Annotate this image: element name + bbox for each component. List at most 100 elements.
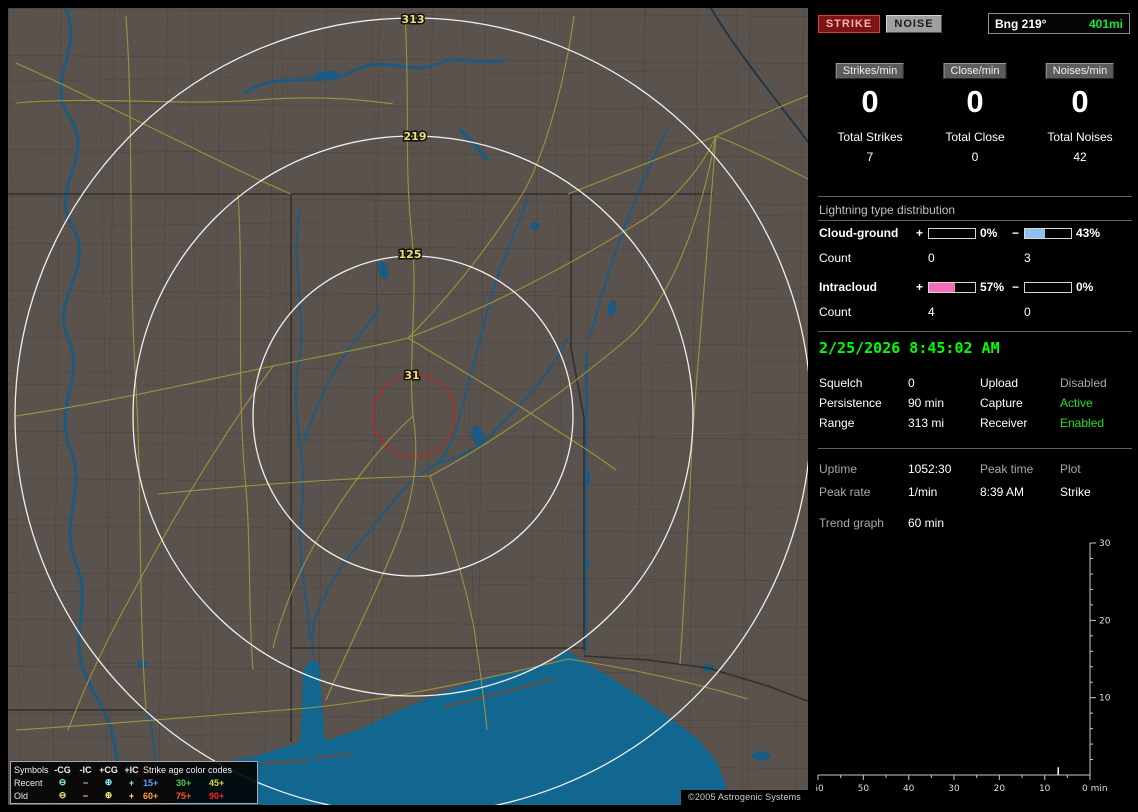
svg-text:30: 30 [948,784,960,794]
receiver-value: Enabled [1060,416,1105,430]
ic-plus-bar [928,282,976,293]
recent-pos-ic-icon: + [128,777,135,788]
uptime-value: 1052:30 [908,462,952,476]
total-noises-value: 42 [1073,150,1087,164]
noises-column: Noises/min 0 Total Noises 42 [1028,62,1132,172]
strikes-per-min-button[interactable]: Strikes/min [835,63,905,79]
ic-plus-bar-fill [929,283,956,292]
peak-time-value: 8:39 AM [980,485,1025,499]
legend-recent-row: Recent ⊖ − ⊕ + 15+ 30+ 45+ [14,776,254,789]
recent-pos-cg-icon: ⊕ [104,777,113,787]
stats-row-2: Peak rate 1/min 8:39 AM Strike [816,485,1138,505]
strike-indicator[interactable]: STRIKE [818,15,880,33]
ring-label-125: 125 [399,248,422,261]
legend-recent-label: Recent [14,777,43,788]
recent-neg-ic-icon: − [82,777,89,788]
divider [818,220,1132,221]
legend-age-title: Strike age color codes [143,764,233,775]
ic-minus-count: 0 [1024,305,1031,319]
minus-sign: − [1012,280,1020,294]
capture-label: Capture [980,396,1023,410]
legend-col-pcg: +CG [99,764,118,775]
range-label: Range [819,416,855,430]
total-strikes-label: Total Strikes [837,130,903,144]
cg-plus-bar [928,228,976,239]
svg-text:10: 10 [1099,694,1111,704]
old-neg-cg-icon: ⊖ [58,790,67,800]
capture-value: Active [1060,396,1093,410]
old-pos-ic-icon: + [128,790,135,801]
close-per-min-button[interactable]: Close/min [943,63,1007,79]
distribution-title: Lightning type distribution [819,203,956,217]
age-60: 60+ [143,790,159,801]
ring-label-219: 219 [404,130,427,143]
total-noises-label: Total Noises [1047,130,1113,144]
close-column: Close/min 0 Total Close 0 [923,62,1027,172]
trend-dynamic-content: 30 20 10 0 min 10 20 30 40 50 60 [816,539,1111,794]
legend-old-label: Old [14,790,29,801]
svg-text:50: 50 [858,784,870,794]
distance-value: 401mi [1088,16,1123,31]
strikes-column: Strikes/min 0 Total Strikes 7 [818,62,922,172]
svg-text:40: 40 [903,784,915,794]
upload-label: Upload [980,376,1019,390]
map-svg[interactable]: 313 219 125 31 [8,8,808,805]
minus-sign: − [1012,226,1020,240]
peak-rate-label: Peak rate [819,485,871,499]
divider [818,448,1132,449]
settings-row-3: Range 313 mi Receiver Enabled [816,416,1138,436]
old-neg-ic-icon: − [82,790,89,801]
stats-row-1: Uptime 1052:30 Peak time Plot [816,462,1138,482]
rate-counters: Strikes/min 0 Total Strikes 7 Close/min … [818,62,1134,172]
svg-text:20: 20 [1099,616,1111,626]
age-45: 45+ [209,777,225,788]
intracloud-count-row: Count 4 0 [816,306,1138,320]
svg-text:60: 60 [816,784,824,794]
map-view[interactable]: 313 219 125 31 Symbols -CG -IC +CG +IC S… [8,8,808,805]
svg-text:30: 30 [1099,539,1111,549]
map-legend: Symbols -CG -IC +CG +IC Strike age color… [10,761,258,804]
plus-sign: + [916,226,924,240]
legend-old-row: Old ⊖ − ⊕ + 60+ 75+ 90+ [14,789,254,802]
plot-label: Plot [1060,462,1081,476]
svg-text:10: 10 [1039,784,1051,794]
trend-window-value: 60 min [908,516,945,530]
persistence-label: Persistence [819,396,882,410]
age-90: 90+ [209,790,225,801]
age-15: 15+ [143,777,159,788]
trend-axes [818,543,1091,776]
count-label: Count [819,251,852,265]
cloud-ground-row: Cloud-ground + 0% − 43% [816,227,1138,241]
divider [818,196,1132,197]
age-75: 75+ [176,790,192,801]
status-panel: STRIKE NOISE Bng 219° 401mi Strikes/min … [816,0,1138,812]
trend-graph-row: Trend graph 60 min [816,516,1138,536]
date-time-display: 2/25/2026 8:45:02 AM [819,339,1000,357]
persistence-value: 90 min [908,396,945,410]
bearing-value: Bng 219° [995,16,1047,31]
intracloud-row: Intracloud + 57% − 0% [816,281,1138,295]
close-per-min-value: 0 [966,84,984,119]
noises-per-min-button[interactable]: Noises/min [1045,63,1115,79]
receiver-label: Receiver [980,416,1028,430]
copyright-text: ©2005 Astrogenic Systems [681,790,808,805]
age-30: 30+ [176,777,192,788]
cg-minus-count: 3 [1024,251,1031,265]
svg-text:20: 20 [994,784,1006,794]
legend-header-row: Symbols -CG -IC +CG +IC Strike age color… [14,763,254,776]
divider [818,331,1132,332]
plus-sign: + [916,280,924,294]
settings-row-2: Persistence 90 min Capture Active [816,396,1138,416]
total-close-value: 0 [971,150,979,164]
intracloud-label: Intracloud [819,280,878,294]
noises-per-min-value: 0 [1071,84,1089,119]
bearing-display: Bng 219° 401mi [988,13,1130,34]
noise-indicator[interactable]: NOISE [886,15,942,33]
total-strikes-value: 7 [866,150,874,164]
cg-minus-bar-fill [1025,229,1045,238]
trend-graph-label: Trend graph [819,516,884,530]
squelch-value: 0 [908,376,915,390]
lightning-type-distribution: Lightning type distribution Cloud-ground… [816,203,1138,331]
trend-graph: 30 20 10 0 min 10 20 30 40 50 60 [816,539,1111,794]
cg-plus-count: 0 [928,251,935,265]
